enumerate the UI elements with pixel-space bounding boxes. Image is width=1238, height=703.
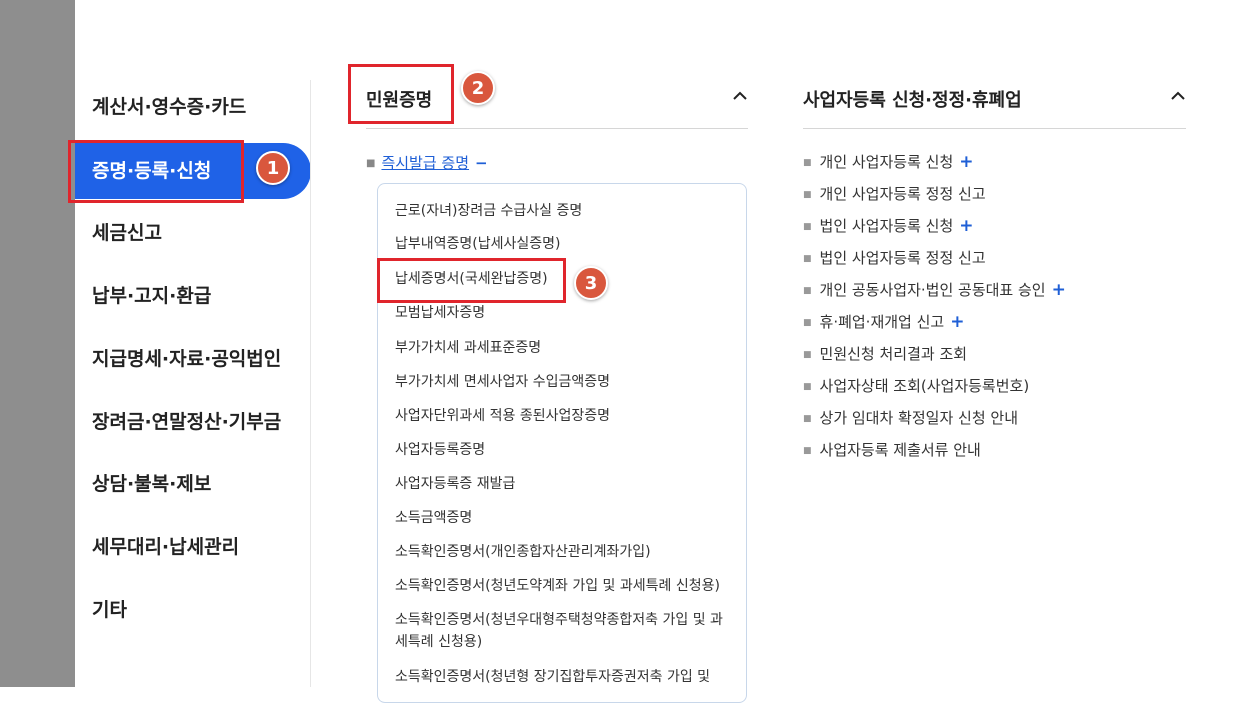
list-item[interactable]: ■ 사업자등록 제출서류 안내 [803, 439, 981, 462]
left-gray-panel [0, 0, 75, 687]
list-item[interactable]: ■ 사업자상태 조회(사업자등록번호) [803, 375, 1029, 398]
list-item[interactable]: 소득확인증명서(청년도약계좌 가입 및 과세특례 신청용) [395, 575, 720, 597]
chevron-up-icon[interactable] [1170, 88, 1186, 104]
highlight-box-1 [68, 140, 244, 203]
bullet-icon: ■ [803, 157, 812, 168]
bullet-icon: ■ [803, 221, 812, 232]
list-item[interactable]: ■ 민원신청 처리결과 조회 [803, 343, 967, 366]
bullet-icon: ■ [803, 285, 812, 296]
highlight-box-2 [348, 64, 454, 124]
instant-issue-toggle[interactable]: ■ 즉시발급 증명 − [366, 152, 488, 173]
list-item[interactable]: 모범납세자증명 [395, 302, 485, 324]
section-title-business[interactable]: 사업자등록 신청·정정·휴폐업 [803, 86, 1022, 112]
step-badge-3: 3 [574, 266, 608, 300]
sidebar-item-tax-filing[interactable]: 세금신고 [92, 218, 162, 248]
list-item-label: 민원신청 처리결과 조회 [819, 345, 968, 363]
list-item-label: 사업자상태 조회(사업자등록번호) [819, 377, 1030, 395]
list-item[interactable]: ■ 휴·폐업·재개업 신고 + [803, 311, 964, 334]
list-item-label: 개인 공동사업자·법인 공동대표 승인 [819, 281, 1046, 299]
list-item-label: 법인 사업자등록 정정 신고 [819, 249, 986, 267]
chevron-up-icon[interactable] [732, 88, 748, 104]
sidebar-item-incentives[interactable]: 장려금·연말정산·기부금 [92, 407, 281, 437]
list-item[interactable]: 소득확인증명서(개인종합자산관리계좌가입) [395, 541, 651, 563]
section-divider [366, 128, 748, 129]
step-badge-2: 2 [461, 71, 495, 105]
sidebar-item-invoices[interactable]: 계산서·영수증·카드 [92, 92, 246, 122]
list-item[interactable]: 근로(자녀)장려금 수급사실 증명 [395, 200, 582, 222]
list-item[interactable]: 사업자등록증명 [395, 439, 485, 461]
list-item-label: 개인 사업자등록 정정 신고 [819, 185, 986, 203]
bullet-icon: ■ [803, 381, 812, 392]
sidebar-item-payment[interactable]: 납부·고지·환급 [92, 281, 211, 311]
bullet-icon: ■ [803, 253, 812, 264]
collapse-icon[interactable]: − [475, 154, 488, 172]
list-item[interactable]: ■ 법인 사업자등록 정정 신고 [803, 247, 986, 270]
expand-icon[interactable]: + [959, 216, 973, 236]
list-item[interactable]: 소득확인증명서(청년형 장기집합투자증권저축 가입 및 [395, 666, 710, 688]
section-divider [803, 128, 1186, 129]
list-item-label: 상가 임대차 확정일자 신청 안내 [819, 409, 1018, 427]
divider [310, 80, 311, 687]
list-item[interactable]: 부가가치세 과세표준증명 [395, 337, 541, 359]
list-item[interactable]: 사업자등록증 재발급 [395, 473, 515, 495]
bullet-icon: ■ [366, 158, 376, 169]
sidebar-item-payment-statement[interactable]: 지급명세·자료·공익법인 [92, 344, 281, 374]
bullet-icon: ■ [803, 413, 812, 424]
bullet-icon: ■ [803, 349, 812, 360]
list-item[interactable]: ■ 상가 임대차 확정일자 신청 안내 [803, 407, 1018, 430]
list-item[interactable]: 사업자단위과세 적용 종된사업장증명 [395, 405, 610, 427]
highlight-box-3 [377, 258, 566, 303]
list-item[interactable]: 납부내역증명(납세사실증명) [395, 233, 560, 255]
list-item-label: 휴·폐업·재개업 신고 [819, 313, 945, 331]
expand-icon[interactable]: + [959, 152, 973, 172]
list-item-label: 개인 사업자등록 신청 [819, 153, 954, 171]
list-item[interactable]: 부가가치세 면세사업자 수입금액증명 [395, 371, 610, 393]
list-item[interactable]: ■ 개인 사업자등록 신청 + [803, 151, 974, 174]
step-badge-1: 1 [256, 151, 290, 185]
expand-icon[interactable]: + [950, 312, 964, 332]
bullet-icon: ■ [803, 445, 812, 456]
expand-icon[interactable]: + [1052, 280, 1066, 300]
list-item-label: 사업자등록 제출서류 안내 [819, 441, 981, 459]
sidebar-item-consulting[interactable]: 상담·불복·제보 [92, 469, 211, 499]
list-item[interactable]: ■ 개인 공동사업자·법인 공동대표 승인 + [803, 279, 1066, 302]
sidebar-item-etc[interactable]: 기타 [92, 595, 127, 625]
list-item[interactable]: ■ 법인 사업자등록 신청 + [803, 215, 974, 238]
list-item[interactable]: 소득금액증명 [395, 507, 472, 529]
instant-issue-link[interactable]: 즉시발급 증명 [381, 154, 469, 172]
sidebar-item-tax-agent[interactable]: 세무대리·납세관리 [92, 532, 239, 562]
bullet-icon: ■ [803, 189, 812, 200]
sidebar-nav: 계산서·영수증·카드 증명·등록·신청 세금신고 납부·고지·환급 지급명세·자… [75, 0, 311, 687]
list-item-label: 법인 사업자등록 신청 [819, 217, 954, 235]
bullet-icon: ■ [803, 317, 812, 328]
list-item[interactable]: ■ 개인 사업자등록 정정 신고 [803, 183, 986, 206]
list-item[interactable]: 소득확인증명서(청년우대형주택청약종합저축 가입 및 과세특례 신청용) [395, 609, 725, 653]
